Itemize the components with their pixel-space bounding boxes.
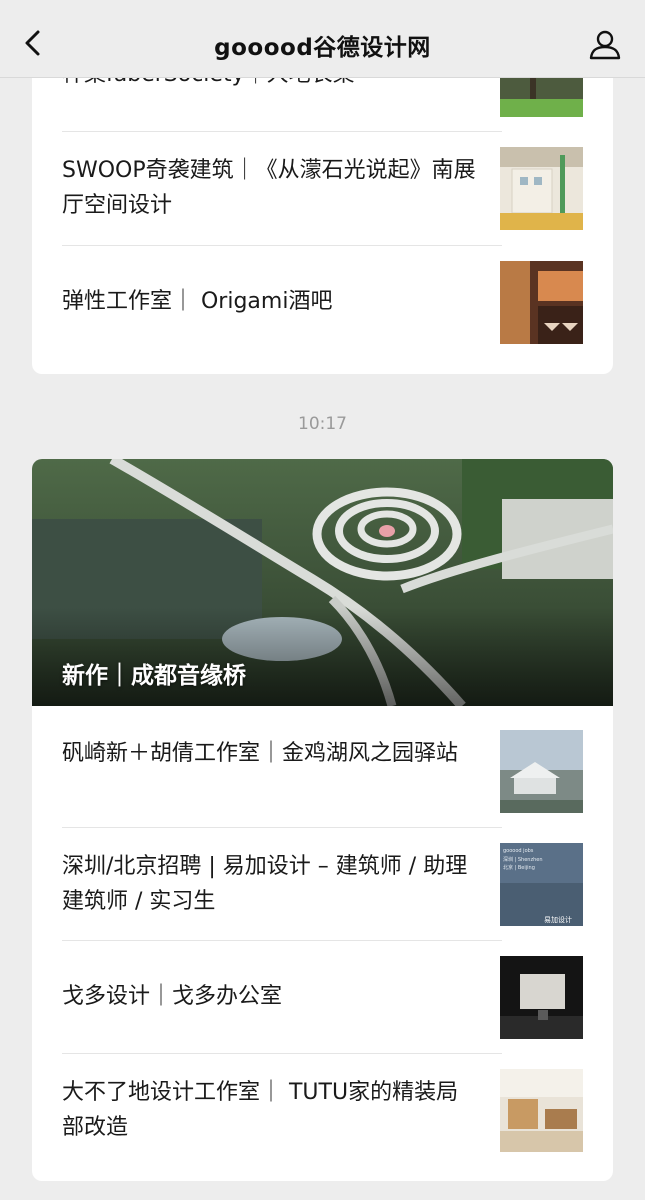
article-item[interactable]: 深圳/北京招聘 | 易加设计 – 建筑师 / 助理建筑师 / 实习生 goooo… xyxy=(32,828,613,941)
article-title: 戈多设计｜戈多办公室 xyxy=(62,984,283,1009)
article-thumbnail xyxy=(500,1069,583,1152)
thumb-line: 北京 | Beijing xyxy=(503,864,535,871)
thumb-brand: 易加设计 xyxy=(544,915,572,924)
thumb-header: gooood jobs xyxy=(503,848,534,854)
article-item[interactable]: SWOOP奇袭建筑｜《从濛石光说起》南展厅空间设计 xyxy=(32,132,613,245)
article-item[interactable]: 大不了地设计工作室｜ TUTU家的精装局部改造 xyxy=(32,1054,613,1167)
article-item[interactable]: 矾崎新＋胡倩工作室｜金鸡湖风之园驿站 xyxy=(32,715,613,828)
page-title: gooood谷德设计网 xyxy=(214,35,431,61)
article-card: 新作｜成都音缘桥 矾崎新＋胡倩工作室｜金鸡湖风之园驿站 深圳/北京招聘 | 易加… xyxy=(32,459,613,1181)
article-thumbnail xyxy=(500,956,583,1039)
profile-button[interactable] xyxy=(585,24,625,64)
thumb-line: 深圳 | Shenzhen xyxy=(503,856,543,863)
article-title: 弹性工作室｜ Origami酒吧 xyxy=(62,289,333,314)
person-icon xyxy=(589,30,621,60)
article-title: 大不了地设计工作室｜ TUTU家的精装局部改造 xyxy=(62,1080,459,1140)
article-thumbnail: gooood jobs 深圳 | Shenzhen 北京 | Beijing 易… xyxy=(500,843,583,926)
article-thumbnail xyxy=(500,261,583,344)
article-title: 深圳/北京招聘 | 易加设计 – 建筑师 / 助理建筑师 / 实习生 xyxy=(62,854,468,914)
hero-title: 新作｜成都音缘桥 xyxy=(62,663,246,689)
article-title: SWOOP奇袭建筑｜《从濛石光说起》南展厅空间设计 xyxy=(62,158,476,218)
article-thumbnail xyxy=(500,147,583,230)
nav-bar: gooood谷德设计网 xyxy=(0,0,645,78)
message-timestamp: 10:17 xyxy=(298,414,347,434)
article-item[interactable]: 弹性工作室｜ Origami酒吧 xyxy=(32,246,613,359)
hero-article[interactable]: 新作｜成都音缘桥 xyxy=(32,459,613,706)
article-thumbnail xyxy=(500,730,583,813)
article-item[interactable]: 戈多设计｜戈多办公室 xyxy=(32,941,613,1054)
article-title: 矾崎新＋胡倩工作室｜金鸡湖风之园驿站 xyxy=(62,741,459,766)
